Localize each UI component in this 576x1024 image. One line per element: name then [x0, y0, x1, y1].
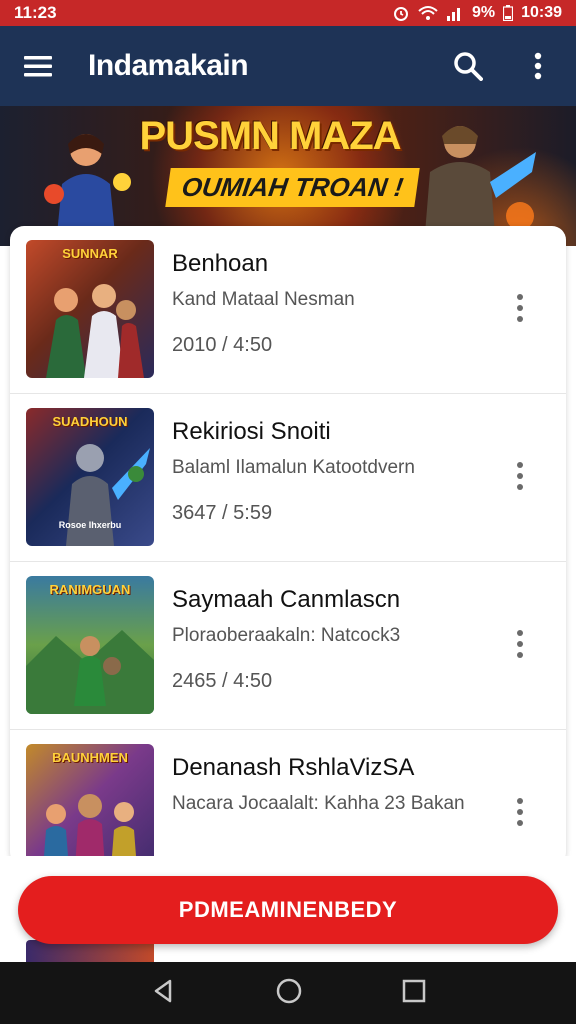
- banner-title: PUSMN MAZA: [139, 114, 401, 158]
- status-icons: 9% 10:39: [392, 4, 562, 22]
- more-dot-icon: [517, 473, 523, 479]
- thumbnail-title: BAUNHMEN: [52, 750, 128, 765]
- more-dot-icon: [517, 294, 523, 300]
- thumbnail-title: SUNNAR: [62, 246, 118, 261]
- status-bar: 11:23 9% 10:39: [0, 0, 576, 26]
- more-dot-icon: [517, 641, 523, 647]
- home-circle-icon: [276, 978, 302, 1003]
- thumbnail-subtitle: Rosoe Ihxerbu: [58, 520, 122, 530]
- list-item[interactable]: SUNNAR Benhoan Kand Mataal Nesman 2010 /…: [10, 226, 566, 394]
- menu-button[interactable]: [16, 44, 60, 88]
- alarm-icon: [393, 7, 408, 21]
- status-time-left: 11:23: [14, 3, 57, 22]
- game-thumbnail: SUADHOUN Rosoe Ihxerbu: [26, 408, 154, 546]
- recents-square-icon: [403, 979, 426, 1002]
- game-subtitle: Balaml Ilamalun Katootdvern: [172, 457, 415, 478]
- game-list: SUNNAR Benhoan Kand Mataal Nesman 2010 /…: [10, 226, 566, 866]
- app-title: Indamakain: [88, 49, 249, 82]
- more-dot-icon: [517, 809, 523, 815]
- more-dot-icon: [517, 652, 523, 658]
- home-button[interactable]: [275, 977, 303, 1010]
- recents-button[interactable]: [402, 979, 426, 1008]
- overflow-menu-button[interactable]: [516, 44, 560, 88]
- battery-icon: [503, 5, 514, 21]
- more-dot-icon: [517, 484, 523, 490]
- more-dot-icon: [517, 630, 523, 636]
- item-more-button[interactable]: [508, 624, 532, 664]
- more-dot-icon: [517, 462, 523, 468]
- game-title: Saymaah Canmlascn: [172, 586, 401, 613]
- primary-action-button[interactable]: PDMEAMINENBEDY: [18, 876, 558, 944]
- item-more-button[interactable]: [508, 792, 532, 832]
- more-dot-icon: [517, 820, 523, 826]
- game-subtitle: Kand Mataal Nesman: [172, 289, 355, 310]
- more-dot-icon: [517, 316, 523, 322]
- thumbnail-title: SUADHOUN: [52, 414, 128, 429]
- back-button[interactable]: [150, 978, 176, 1009]
- game-thumbnail: RANIMGUAN: [26, 576, 154, 714]
- item-more-button[interactable]: [508, 288, 532, 328]
- battery-percent: 9%: [471, 4, 496, 21]
- thumbnail-title: RANIMGUAN: [49, 582, 131, 597]
- app-bar: Indamakain: [0, 26, 576, 106]
- signal-icon: [446, 8, 460, 21]
- banner-subtitle: OUMIAH TROAN !: [165, 168, 420, 207]
- search-icon: [454, 52, 483, 81]
- more-vertical-icon: [534, 52, 542, 80]
- game-time: 2465 / 4:50: [172, 670, 273, 692]
- list-item[interactable]: SUADHOUN Rosoe Ihxerbu Rekiriosi Snoiti …: [10, 394, 566, 562]
- game-subtitle: Ploraoberaakaln: Natcock3: [172, 625, 401, 646]
- more-dot-icon: [517, 305, 523, 311]
- status-time-right: 10:39: [521, 4, 562, 21]
- game-time: 3647 / 5:59: [172, 502, 273, 524]
- game-title: Denanash RshlaVizSA: [172, 754, 415, 781]
- game-title: Benhoan: [172, 250, 269, 277]
- game-subtitle: Nacara Jocaalalt: Kahha 23 Bakan: [172, 793, 465, 814]
- item-more-button[interactable]: [508, 456, 532, 496]
- hamburger-menu-icon: [24, 56, 52, 77]
- more-dot-icon: [517, 798, 523, 804]
- game-time: 2010 / 4:50: [172, 334, 273, 356]
- list-item[interactable]: BAUNHMEN Denanash RshlaVizSA Nacara Joca…: [10, 730, 566, 866]
- game-thumbnail: SUNNAR: [26, 240, 154, 378]
- game-title: Rekiriosi Snoiti: [172, 418, 331, 445]
- search-button[interactable]: [446, 44, 490, 88]
- system-nav-bar: [0, 962, 576, 1024]
- back-triangle-icon: [154, 979, 171, 1002]
- promo-banner[interactable]: PUSMN MAZA OUMIAH TROAN !: [0, 106, 576, 246]
- list-item[interactable]: RANIMGUAN Saymaah Canmlascn Ploraoberaak…: [10, 562, 566, 730]
- game-thumbnail: BAUNHMEN: [26, 744, 154, 866]
- wifi-icon: [418, 6, 438, 20]
